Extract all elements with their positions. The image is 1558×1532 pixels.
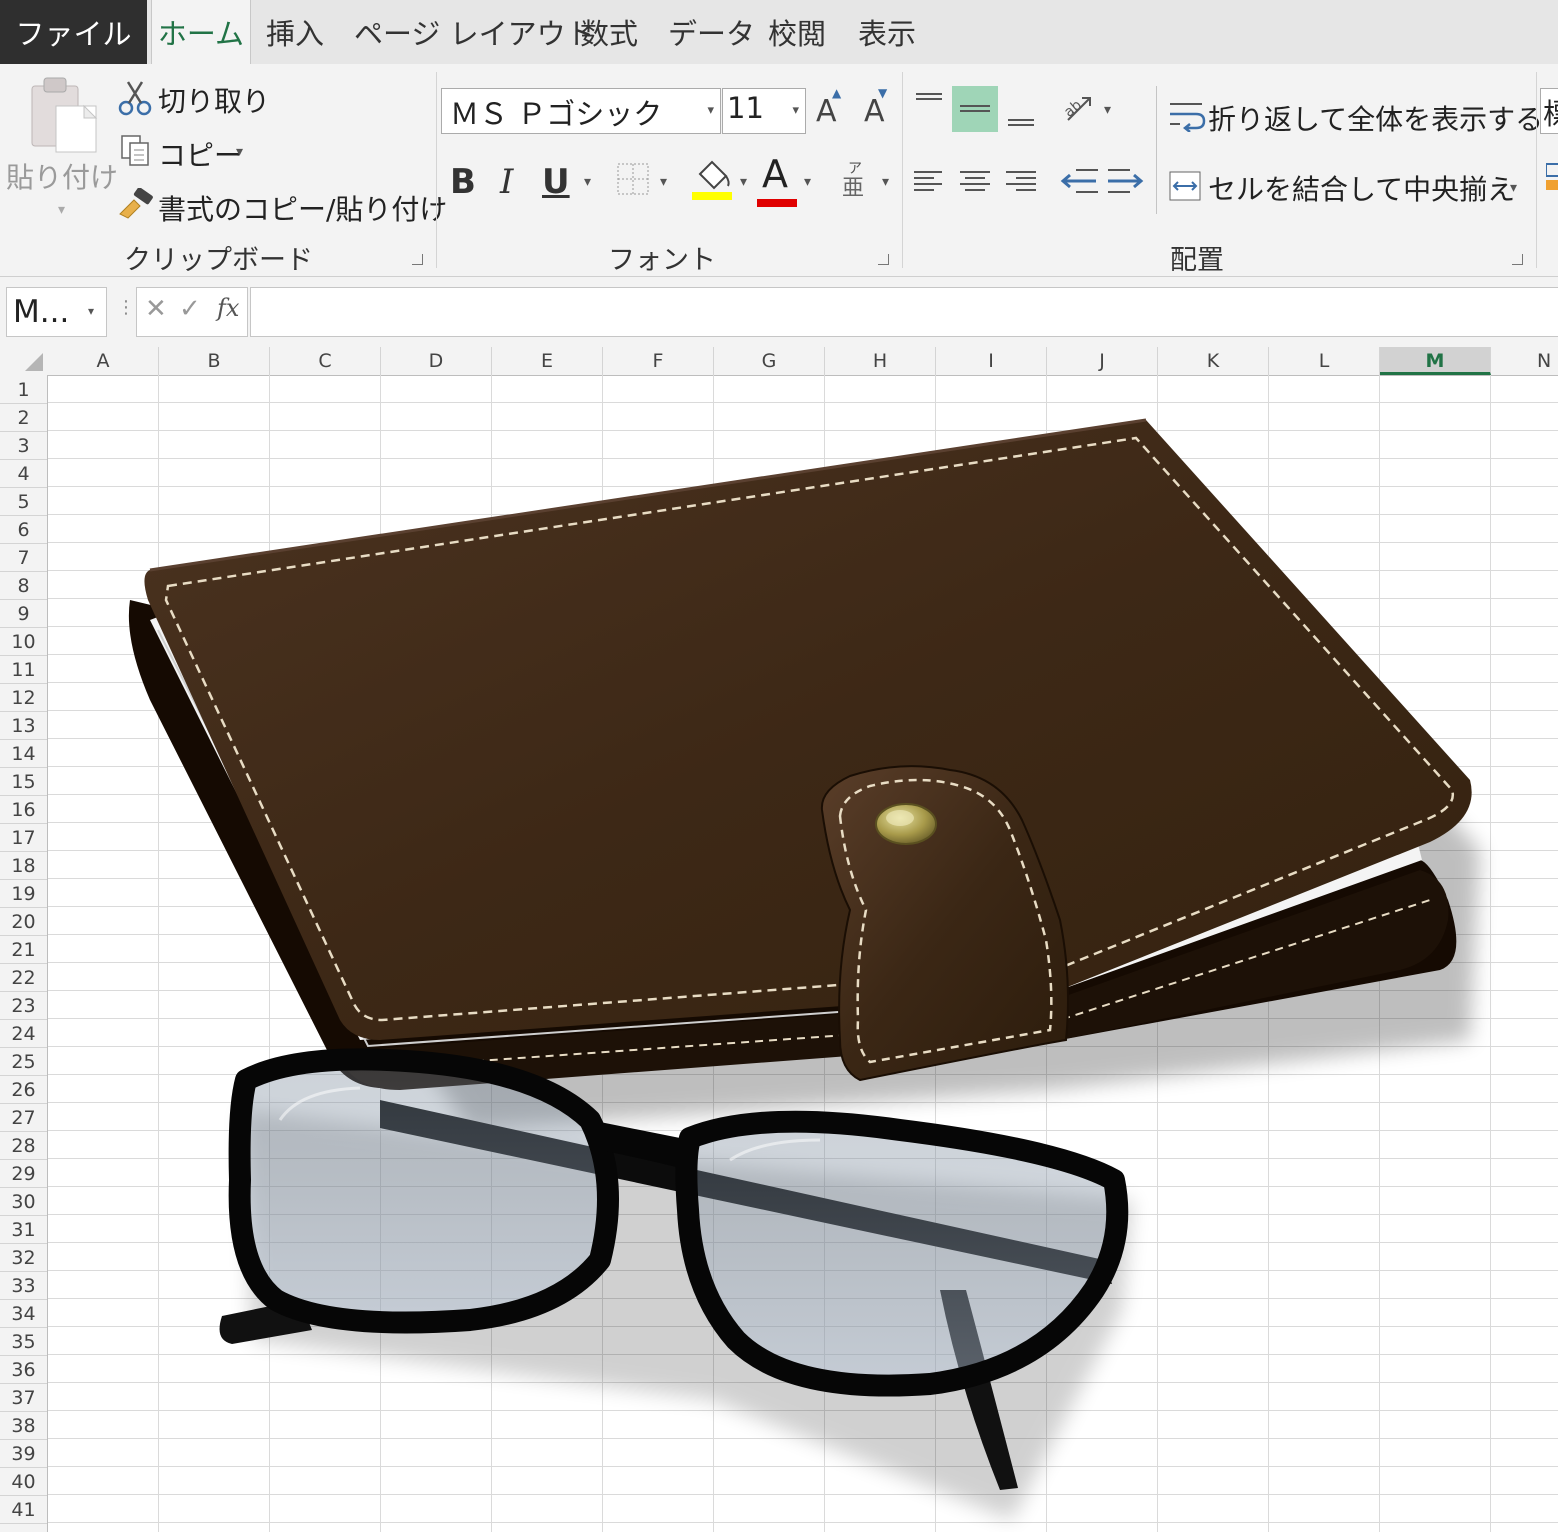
planner-glasses-illustration[interactable] xyxy=(0,0,1558,1532)
